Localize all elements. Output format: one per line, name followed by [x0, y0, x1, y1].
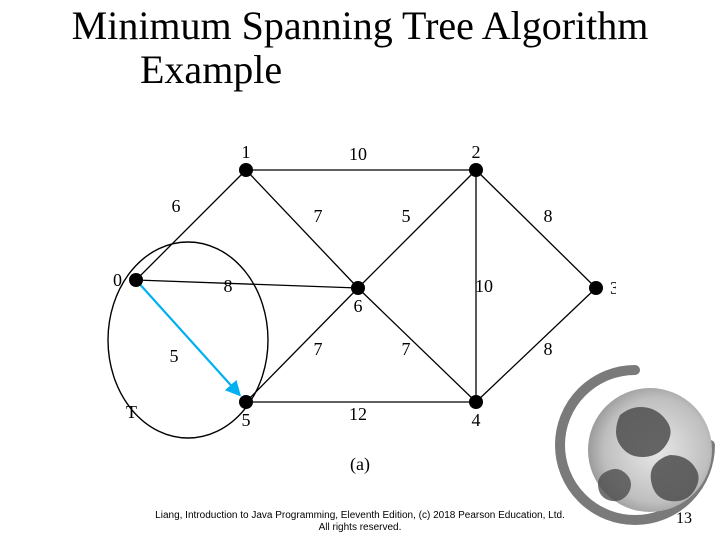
node-label-1: 1: [242, 142, 251, 162]
title-line-2: Example: [0, 48, 720, 92]
node-label-3: 3: [610, 278, 616, 298]
edge-2-3: [476, 170, 596, 288]
copyright-footer: Liang, Introduction to Java Programming,…: [0, 510, 720, 534]
edge-weight-0-5: 5: [170, 346, 179, 366]
edge-weight-4-5: 12: [349, 404, 367, 424]
edge-weight-2-4: 10: [475, 276, 493, 296]
slide-title: Minimum Spanning Tree Algorithm Example: [0, 4, 720, 92]
page-number: 13: [676, 510, 692, 528]
edge-weight-4-6: 7: [402, 339, 411, 359]
edge-0-5: [136, 280, 240, 395]
node-3: [589, 281, 603, 295]
edge-0-6: [136, 280, 358, 288]
graph-svg: 6581078510812770123456T: [96, 140, 616, 460]
edge-2-6: [358, 170, 476, 288]
edge-weight-1-6: 7: [314, 206, 323, 226]
node-label-2: 2: [472, 142, 481, 162]
edge-3-4: [476, 288, 596, 402]
node-6: [351, 281, 365, 295]
node-4: [469, 395, 483, 409]
node-label-4: 4: [472, 410, 481, 430]
node-5: [239, 395, 253, 409]
node-2: [469, 163, 483, 177]
edge-weight-3-4: 8: [544, 339, 553, 359]
graph-figure: 6581078510812770123456T: [96, 140, 616, 460]
edge-weight-5-6: 7: [314, 339, 323, 359]
edge-weight-2-6: 5: [402, 206, 411, 226]
figure-caption: (a): [0, 454, 720, 475]
node-label-6: 6: [354, 296, 363, 316]
title-line-1: Minimum Spanning Tree Algorithm: [0, 4, 720, 48]
edge-4-6: [358, 288, 476, 402]
node-label-0: 0: [113, 270, 122, 290]
edge-weight-1-2: 10: [349, 144, 367, 164]
edge-1-6: [246, 170, 358, 288]
footer-line-1: Liang, Introduction to Java Programming,…: [155, 510, 565, 521]
edge-weight-2-3: 8: [544, 206, 553, 226]
node-1: [239, 163, 253, 177]
edge-weight-0-6: 8: [224, 276, 233, 296]
footer-line-2: All rights reserved.: [319, 522, 402, 533]
node-0: [129, 273, 143, 287]
edge-weight-0-1: 6: [172, 196, 181, 216]
edge-0-1: [136, 170, 246, 280]
tree-set-label: T: [126, 402, 137, 422]
node-label-5: 5: [242, 410, 251, 430]
